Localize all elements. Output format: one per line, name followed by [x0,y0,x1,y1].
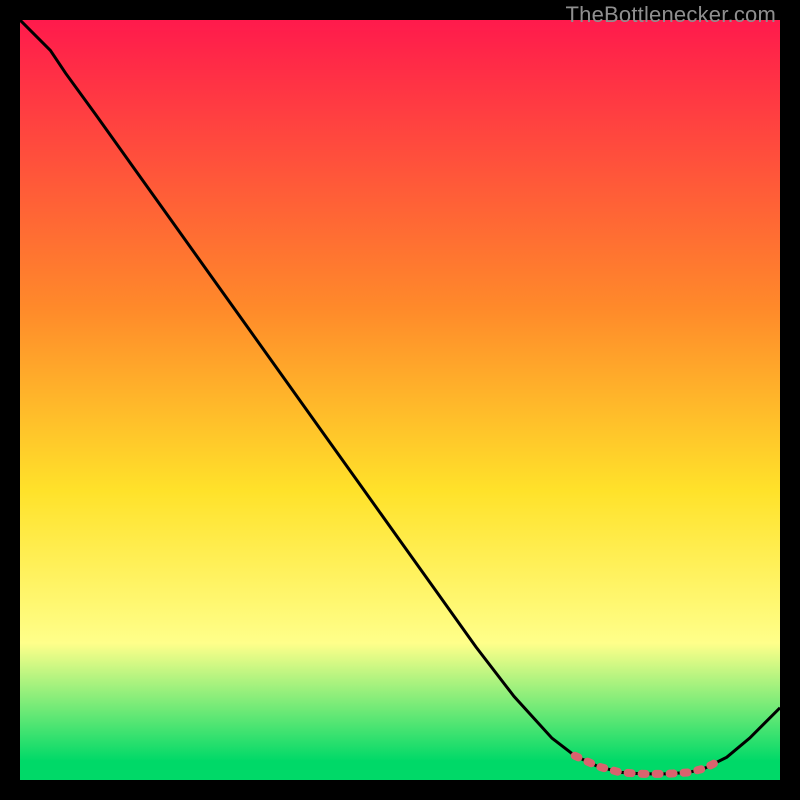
gradient-background [20,20,780,780]
watermark-text: TheBottlenecker.com [566,2,776,28]
bottleneck-chart [20,20,780,780]
chart-frame [20,20,780,780]
